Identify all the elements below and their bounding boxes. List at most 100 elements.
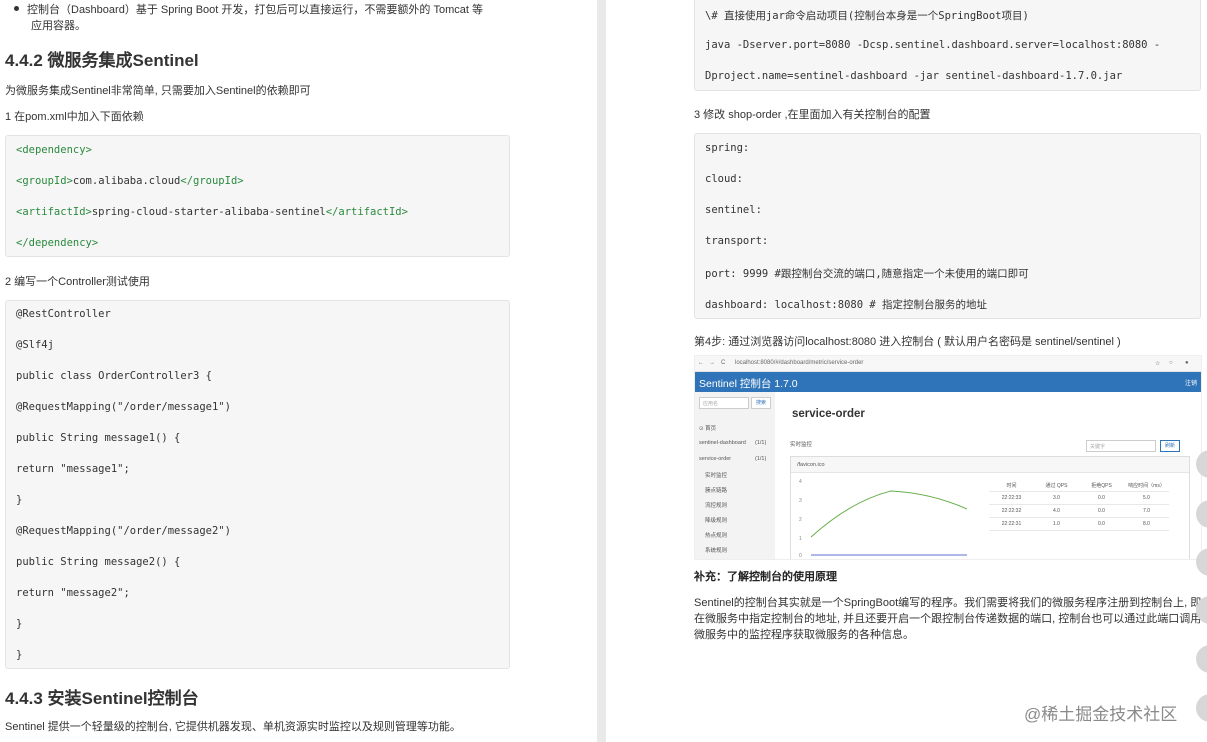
table-cell: 4.0 [1034, 504, 1079, 518]
pass-qps-line [810, 490, 968, 538]
table-header: 响应时间（ms） [1124, 479, 1169, 492]
url-text: localhost:8080/#/dashboard/metric/servic… [735, 360, 864, 366]
bullet-text: 控制台（Dashboard）基于 Spring Boot 开发，打包后可以直接运… [27, 4, 483, 16]
table-cell: 0.0 [1079, 491, 1124, 505]
sidebar-item-service-order: service-order [699, 456, 732, 462]
code-line: @RequestMapping("/order/message2") [16, 525, 231, 537]
y-tick: 2 [799, 517, 802, 523]
code-line: public class OrderController3 { [16, 370, 212, 382]
app-search-button: 搜索 [751, 397, 771, 409]
y-tick: 4 [799, 479, 802, 485]
code-line: public String message1() { [16, 432, 181, 444]
bullet-item: 控制台（Dashboard）基于 Spring Boot 开发，打包后可以直接运… [14, 2, 514, 34]
browser-url-bar: ← → C localhost:8080/#/dashboard/metric/… [695, 356, 1201, 372]
sidebar-item-count: (1/1) [755, 440, 767, 446]
code-line: dashboard: localhost:8080 # 指定控制台服务的地址 [705, 299, 988, 311]
app-header: Sentinel 控制台 1.7.0 注销 [695, 372, 1201, 392]
step3-paragraph: 3 修改 shop-order ,在里面加入有关控制台的配置 [694, 109, 931, 121]
table-cell: 3.0 [1034, 491, 1079, 505]
supplement-heading: 补充：了解控制台的使用原理 [694, 571, 837, 583]
table-cell: 8.0 [1124, 517, 1169, 531]
refresh-button: 刷新 [1160, 440, 1180, 452]
code-line: spring: [705, 142, 750, 154]
table-header-row: 时间 通过 QPS 拒绝QPS 响应时间（ms） [989, 479, 1169, 492]
table-cell: 1.0 [1034, 517, 1079, 531]
metric-table: 时间 通过 QPS 拒绝QPS 响应时间（ms） 22:22:33 3.0 0.… [989, 479, 1169, 531]
sidebar-item-flow: 流控规则 [705, 503, 728, 509]
code-line: @Slf4j [16, 339, 54, 351]
back-icon: ← [698, 360, 704, 366]
sidebar-item-system: 系统规则 [705, 548, 728, 554]
table-cell: 7.0 [1124, 504, 1169, 518]
code-line: @RestController [16, 308, 111, 320]
bullet-dot [14, 6, 19, 11]
step2-paragraph: 2 编写一个Controller测试使用 [5, 276, 150, 288]
table-cell: 5.0 [1124, 491, 1169, 505]
controller-code-block: @RestController @Slf4j public class Orde… [5, 300, 510, 669]
forward-icon: → [709, 360, 715, 366]
table-row: 22:22:32 4.0 0.0 7.0 [989, 504, 1169, 518]
metric-line-chart: 4 3 2 1 0 [799, 479, 968, 559]
bullet-text-cont: 应用容器。 [31, 20, 86, 32]
table-cell: 22:22:31 [989, 517, 1034, 531]
table-cell: 22:22:33 [989, 491, 1034, 505]
sidebar-item-hot: 热点规则 [705, 533, 728, 539]
table-header: 通过 QPS [1034, 479, 1079, 492]
code-line: public String message2() { [16, 556, 181, 568]
code-line: <artifactId>spring-cloud-starter-alibaba… [16, 206, 408, 218]
left-page: 控制台（Dashboard）基于 Spring Boot 开发，打包后可以直接运… [0, 0, 597, 742]
y-tick: 1 [799, 536, 802, 542]
y-tick: 3 [799, 498, 802, 504]
sidebar-item-count: (1/1) [755, 456, 767, 462]
code-line: sentinel: [705, 204, 762, 216]
table-row: 22:22:31 1.0 0.0 8.0 [989, 517, 1169, 531]
code-line: } [16, 649, 23, 661]
table-cell: 0.0 [1079, 517, 1124, 531]
code-line: transport: [705, 235, 769, 247]
service-title: service-order [792, 408, 865, 420]
dashboard-sidebar: 应用名 搜索 ⊙ 首页 sentinel-dashboard (1/1) ser… [695, 392, 775, 559]
dashboard-main: service-order 实时监控 关键字 刷新 /favicon.ico 4… [776, 392, 1201, 559]
realtime-label: 实时监控 [790, 442, 813, 448]
cmd-code-block: \# 直接使用jar命令启动项目(控制台本身是一个SpringBoot项目) j… [694, 0, 1201, 91]
watermark: @稀土掘金技术社区 [1024, 705, 1178, 724]
code-line: } [16, 494, 23, 506]
code-line: cloud: [705, 173, 743, 185]
code-line: Dproject.name=sentinel-dashboard -jar se… [705, 70, 1123, 82]
sidebar-item-degrade: 降级规则 [705, 518, 728, 524]
section-heading-4-4-2: 4.4.2 微服务集成Sentinel [5, 51, 199, 70]
last-paragraph: Sentinel 提供一个轻量级的控制台, 它提供机器发现、单机资源实时监控以及… [5, 721, 461, 733]
code-line: @RequestMapping("/order/message1") [16, 401, 231, 413]
metric-card-header: /favicon.ico [791, 457, 1189, 473]
code-line: return "message2"; [16, 587, 130, 599]
account-icon: ● [1185, 360, 1189, 366]
sidebar-item-realtime: 实时监控 [705, 473, 728, 479]
table-header: 时间 [989, 479, 1034, 492]
floating-action-button[interactable] [1196, 645, 1207, 673]
table-row: 22:22:33 3.0 0.0 5.0 [989, 491, 1169, 505]
table-header: 拒绝QPS [1079, 479, 1124, 492]
y-tick: 0 [799, 553, 802, 559]
code-line: <groupId>com.alibaba.cloud</groupId> [16, 175, 244, 187]
supplement-paragraph: Sentinel的控制台其实就是一个SpringBoot编写的程序。我们需要将我… [694, 597, 1202, 641]
reload-icon: C [721, 360, 726, 366]
metric-card: /favicon.ico 4 3 2 1 0 时间 通过 QPS 拒绝QPS 响… [790, 456, 1190, 559]
keyword-input: 关键字 [1086, 440, 1156, 452]
page-gutter [597, 0, 606, 742]
sidebar-item-cluster: 簇点链路 [705, 488, 728, 494]
step1-paragraph: 1 在pom.xml中加入下面依赖 [5, 111, 144, 123]
sidebar-item-dashboard: sentinel-dashboard [699, 440, 746, 446]
code-line: <dependency> [16, 144, 92, 156]
yml-code-block: spring: cloud: sentinel: transport: port… [694, 133, 1201, 319]
code-line: java -Dserver.port=8080 -Dcsp.sentinel.d… [705, 39, 1161, 51]
code-line: return "message1"; [16, 463, 130, 475]
logout-link: 注销 [1184, 381, 1197, 387]
floating-action-button[interactable] [1196, 694, 1207, 722]
star-icon: ☆ [1155, 361, 1161, 367]
code-line: </dependency> [16, 237, 99, 249]
table-cell: 0.0 [1079, 504, 1124, 518]
code-line: } [16, 618, 23, 630]
dashboard-screenshot: ← → C localhost:8080/#/dashboard/metric/… [694, 355, 1202, 560]
table-cell: 22:22:32 [989, 504, 1034, 518]
pom-code-block: <dependency> <groupId>com.alibaba.cloud<… [5, 135, 510, 257]
